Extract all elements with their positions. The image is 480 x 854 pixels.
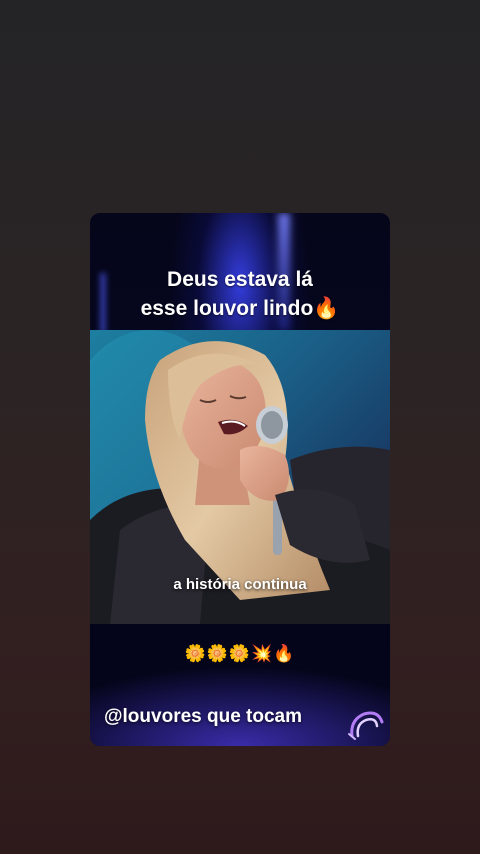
story-caption: Deus estava lá esse louvor lindo🔥 xyxy=(90,265,390,323)
lower-panel: 🌼🌼🌼💥🔥 @louvores que tocam xyxy=(90,624,390,746)
emoji-row: 🌼🌼🌼💥🔥 xyxy=(184,644,296,663)
magnet-sticker-icon xyxy=(348,711,384,740)
caption-line-2: esse louvor lindo🔥 xyxy=(140,297,340,320)
caption-line-1: Deus estava lá xyxy=(167,268,313,291)
video-frame[interactable]: a história continua xyxy=(90,330,390,624)
video-subtitle: a história continua xyxy=(173,576,307,593)
account-handle[interactable]: @louvores que tocam xyxy=(104,706,302,728)
story-card[interactable]: Deus estava lá esse louvor lindo🔥 a hist… xyxy=(90,213,390,746)
